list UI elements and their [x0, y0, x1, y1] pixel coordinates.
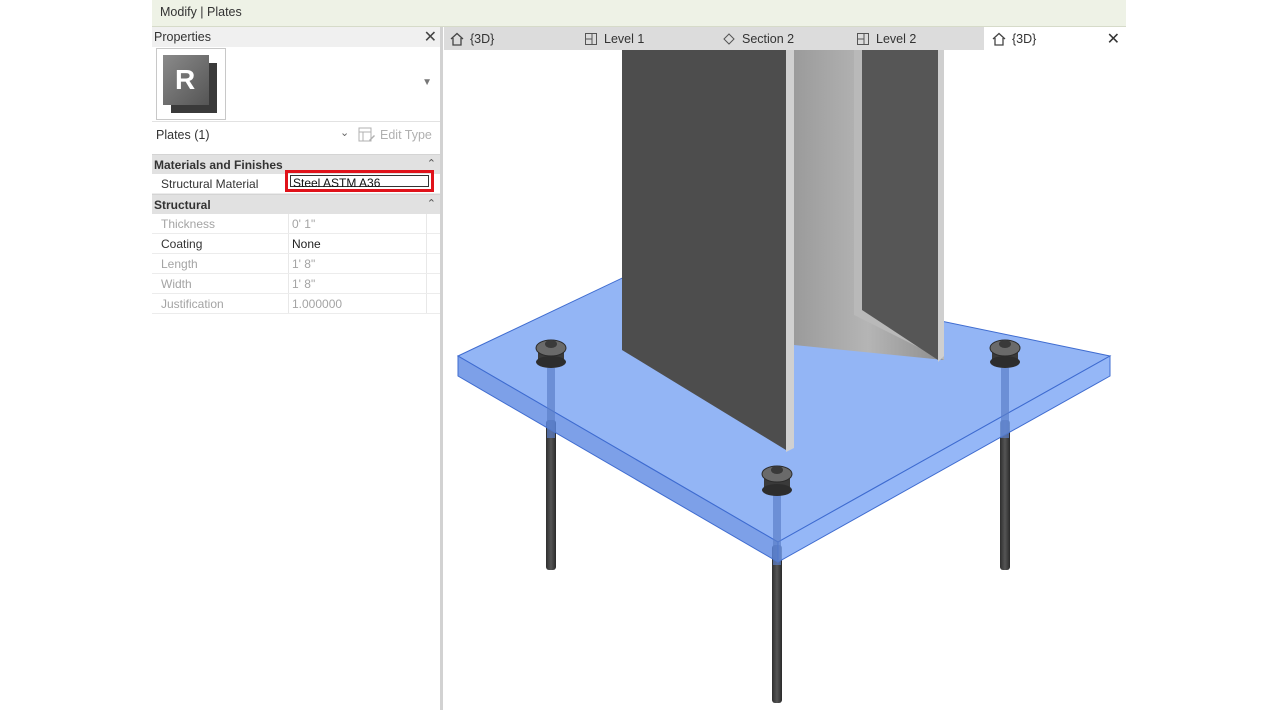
- home-icon: [450, 32, 464, 46]
- selection-count: Plates (1): [156, 128, 210, 142]
- anchor-rod: [546, 420, 556, 570]
- tab-3d-active[interactable]: {3D} ✕: [984, 27, 1126, 50]
- floor-plan-icon: [585, 32, 597, 45]
- structural-material-field[interactable]: Steel ASTM A36: [290, 175, 429, 190]
- tab-section-2[interactable]: Section 2: [722, 27, 794, 50]
- anchor-bolt-nut: [989, 339, 1021, 368]
- home-icon: [992, 32, 1006, 46]
- revit-app: Modify | Plates Properties ✕ R ▼ Plates …: [152, 0, 1126, 710]
- 3d-viewport[interactable]: [444, 50, 1126, 710]
- highlight-box: Steel ASTM A36: [285, 170, 434, 192]
- property-length: Length 1' 8": [152, 254, 440, 274]
- chevron-down-icon[interactable]: ⌄: [340, 126, 349, 139]
- category-structural[interactable]: Structural ⌃: [152, 194, 440, 214]
- property-justification: Justification 1.000000: [152, 294, 440, 314]
- tab-level-1[interactable]: Level 1: [584, 27, 644, 50]
- chevron-down-icon[interactable]: ▼: [422, 77, 432, 88]
- property-width: Width 1' 8": [152, 274, 440, 294]
- type-thumbnail: R: [156, 48, 226, 120]
- selection-filter[interactable]: Plates (1) ⌄ Edit Type: [152, 123, 440, 147]
- property-thickness: Thickness 0' 1": [152, 214, 440, 234]
- revit-logo-icon: R: [163, 55, 217, 113]
- model-view: [456, 50, 1112, 703]
- collapse-icon[interactable]: ⌃: [427, 197, 436, 210]
- close-icon[interactable]: ✕: [424, 27, 437, 47]
- edit-type-label: Edit Type: [380, 128, 432, 142]
- tab-level-2[interactable]: Level 2: [856, 27, 916, 50]
- context-titlebar: Modify | Plates: [152, 0, 1126, 27]
- anchor-rod: [772, 545, 782, 703]
- properties-title: Properties: [154, 30, 211, 44]
- close-icon[interactable]: ✕: [1107, 29, 1120, 49]
- property-structural-material[interactable]: Structural Material Steel ASTM A36: [152, 170, 440, 194]
- anchor-rod: [1000, 420, 1010, 570]
- svg-text:R: R: [175, 64, 195, 95]
- floor-plan-icon: [857, 32, 869, 45]
- properties-header: Properties ✕: [152, 27, 440, 47]
- properties-palette: Properties ✕ R ▼ Plates (1) ⌄ Edit Type …: [152, 27, 443, 710]
- anchor-bolt-nut: [535, 339, 567, 368]
- edit-type-button[interactable]: Edit Type: [358, 125, 432, 145]
- view-tabs: {3D} Level 1 Section 2 Level 2 {3D} ✕: [444, 27, 1126, 50]
- collapse-icon[interactable]: ⌃: [427, 157, 436, 170]
- context-title: Modify | Plates: [160, 5, 242, 19]
- type-selector[interactable]: R ▼: [152, 47, 440, 122]
- edit-type-icon: [358, 127, 375, 142]
- property-coating[interactable]: Coating None: [152, 234, 440, 254]
- properties-grid: Materials and Finishes ⌃ Structural Mate…: [152, 154, 440, 314]
- tab-3d[interactable]: {3D}: [450, 27, 494, 50]
- anchor-bolt-nut: [761, 465, 793, 496]
- section-icon: [723, 32, 735, 45]
